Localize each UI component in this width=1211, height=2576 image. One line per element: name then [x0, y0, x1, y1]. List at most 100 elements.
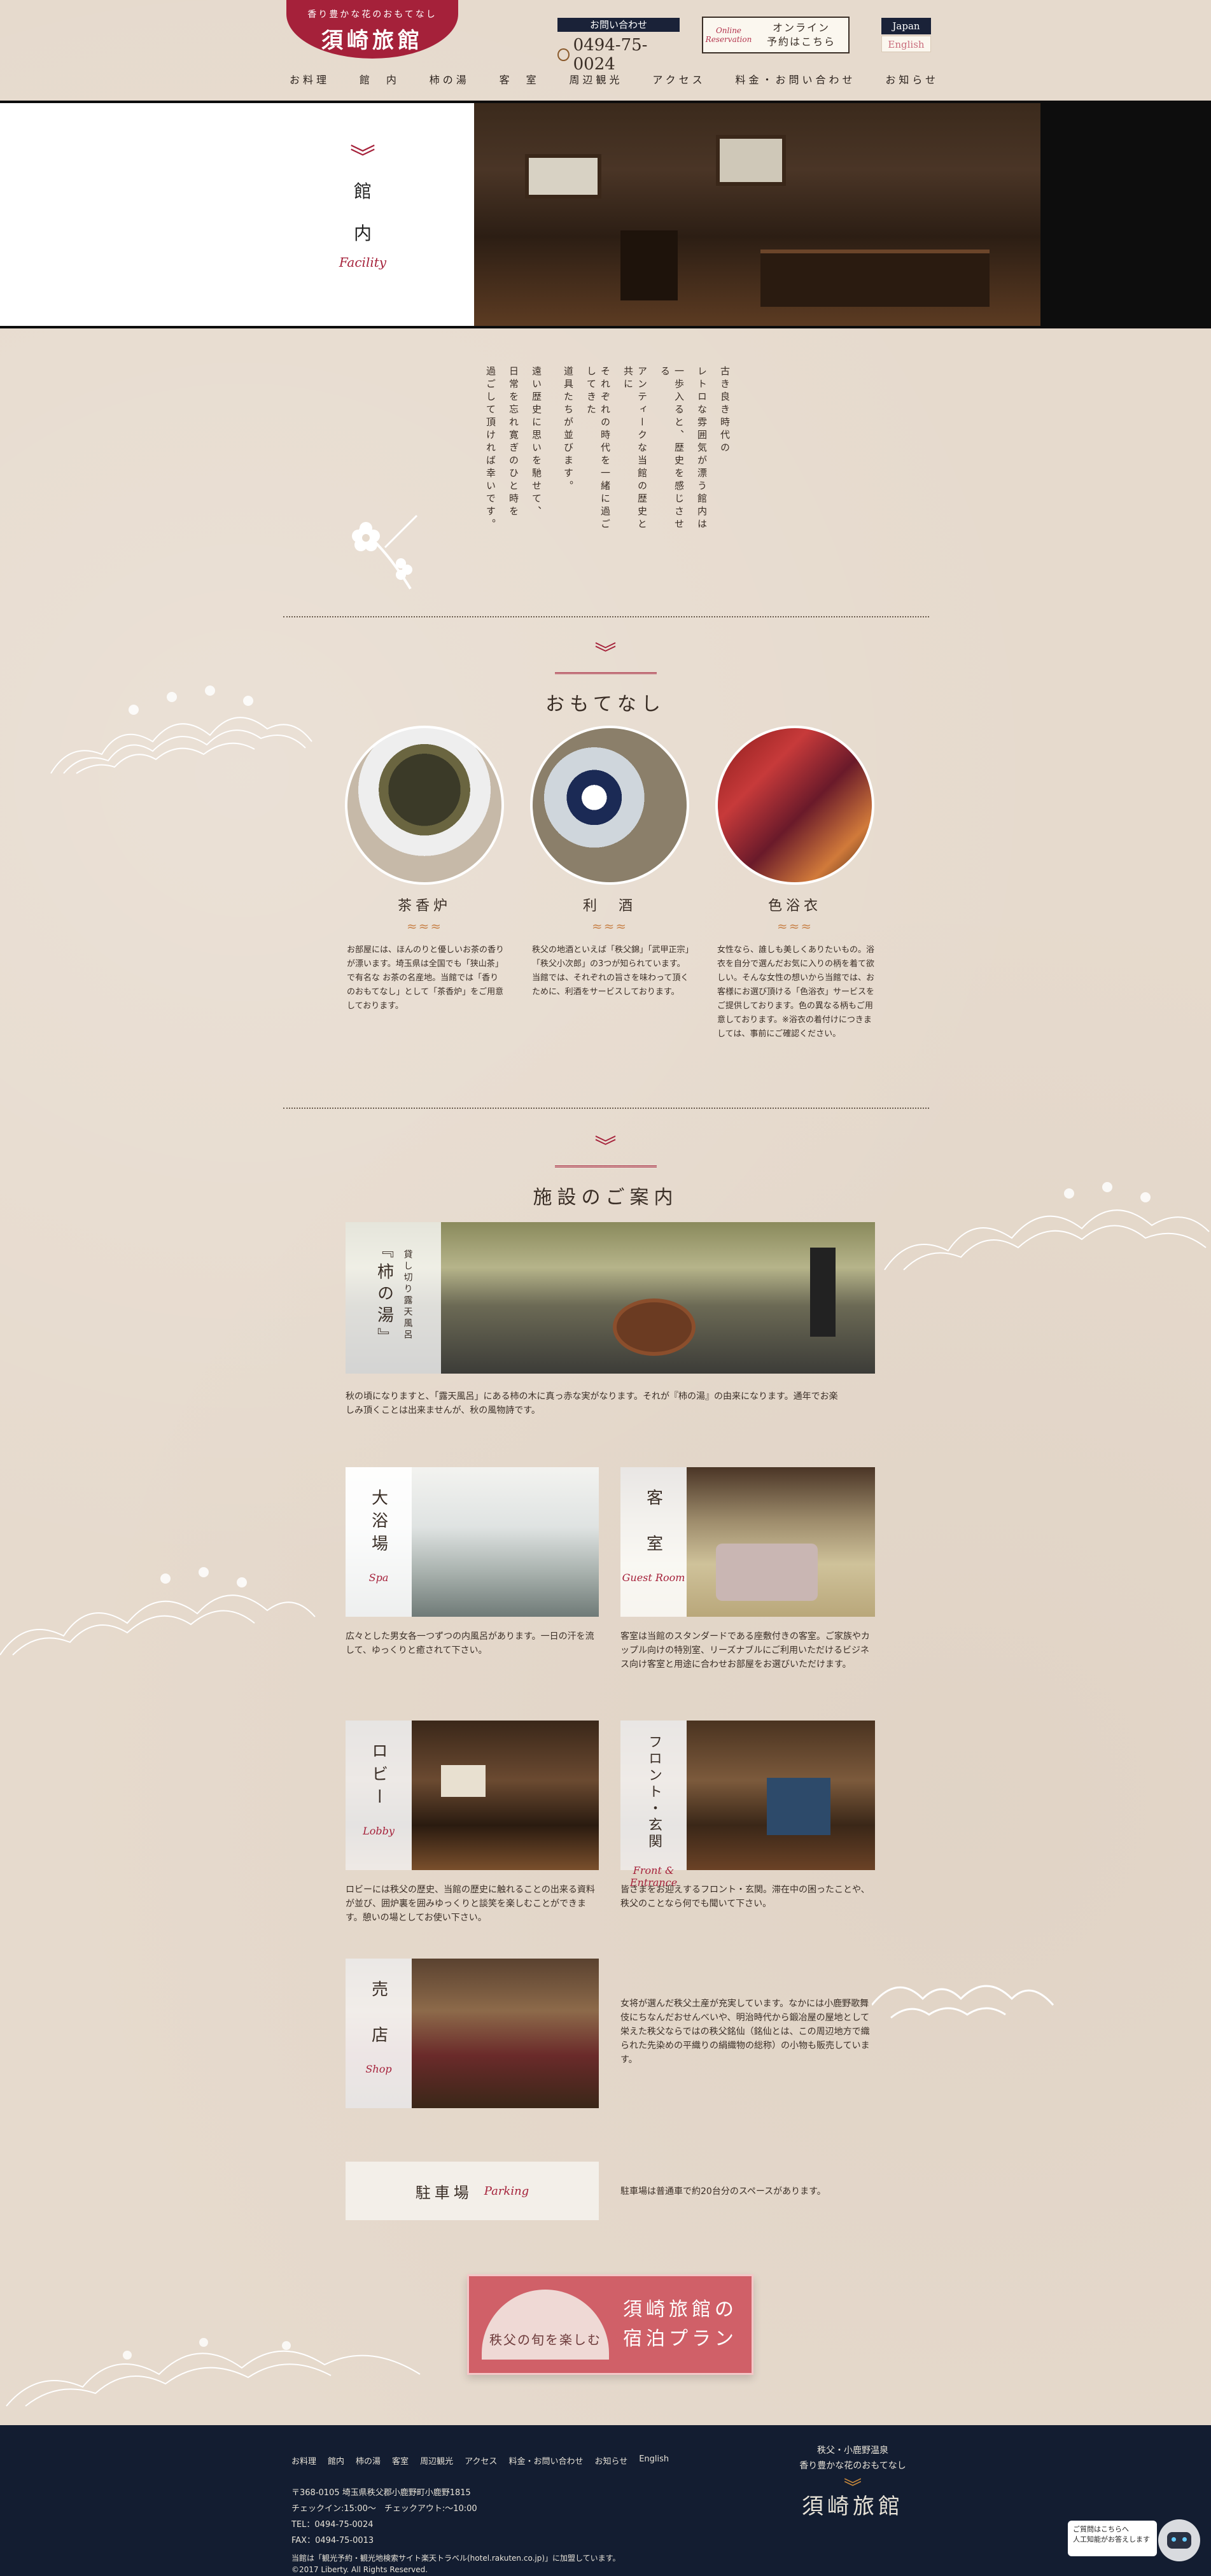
cloud-pattern-icon: [0, 1567, 316, 1656]
omotenashi-image-yukata: [715, 726, 874, 885]
kakinoyu-sub: 貸し切り露天風呂: [402, 1249, 413, 1341]
section-divider: [283, 616, 929, 617]
intro-line: 古き良き時代の: [719, 366, 731, 455]
footer-link[interactable]: 客室: [392, 2454, 409, 2467]
lobby-en: Lobby: [363, 1825, 395, 1837]
phone-icon: [557, 48, 570, 61]
nav-item-pricing[interactable]: 料金・お問い合わせ: [735, 71, 855, 87]
chatbot-robot-icon[interactable]: [1158, 2519, 1200, 2561]
kakinoyu-text: 秋の頃になりますと、「露天風呂」にある柿の木に真っ赤な実がなります。それが『柿の…: [346, 1391, 838, 1416]
spa-text: 広々とした男女各一つずつの内風呂があります。一日の汗を流して、ゆっくりと癒されて…: [346, 1631, 594, 1656]
omotenashi-title: おもてなし: [545, 693, 666, 715]
nav-item-sightseeing[interactable]: 周辺観光: [570, 71, 623, 87]
omotenashi-text-yukata: 女性なら、誰しも美しくありたいもの。浴衣を自分で選んだお気に入りの柄を着て欲しい…: [717, 945, 875, 1039]
omotenashi-name-tea: 茶香炉: [397, 898, 451, 914]
omotenashi-section-title: ︾ おもてなし: [0, 643, 1211, 716]
lobby-label: ロビー Lobby: [346, 1721, 412, 1870]
spa-name: 大浴場: [368, 1489, 388, 1558]
footer-link[interactable]: 周辺観光: [420, 2454, 453, 2467]
cloud-pattern-icon: [872, 1985, 1054, 2019]
front-label: フロント・玄関 Front & Entrance: [620, 1721, 687, 1889]
intro-line: それぞれの時代を一緒に過ごしてきた: [585, 366, 611, 531]
intro-text: 古き良き時代の レトロな雰囲気が漂う館内は 一歩入ると、歴史を感じさせる アンテ…: [484, 366, 732, 531]
reserve-script: Online Reservation: [705, 26, 752, 44]
footer-link[interactable]: アクセス: [465, 2454, 497, 2467]
logo-tagline: 香り豊かな花のおもてなし: [307, 10, 437, 20]
hero: [0, 101, 1211, 328]
parking-name: 駐車場: [415, 2183, 473, 2202]
wave-ornament-icon: ≈≈≈: [591, 918, 628, 934]
nav-item-kakinoyu[interactable]: 柿の湯: [430, 71, 470, 87]
omotenashi-text-sake: 秩父の地酒といえば「秩父錦」「武甲正宗」「秩父小次郎」の3つが知られています。当…: [532, 945, 690, 997]
contact-label: お問い合わせ: [557, 18, 680, 32]
hero-title-panel: [0, 103, 474, 326]
reserve-line2: 予約はこちら: [766, 36, 836, 48]
contact-tel[interactable]: 0494-75-0024: [557, 36, 680, 74]
page-title: ︾ 館 内 Facility: [331, 145, 395, 270]
title-rule: [554, 1165, 657, 1167]
chevron-mark-icon: ︾: [843, 2477, 862, 2498]
section-divider: [283, 1108, 929, 1109]
spa-label: 大浴場 Spa: [346, 1467, 412, 1617]
facilities-section-title: ︾ 施設のご案内: [0, 1136, 1211, 1209]
online-reservation-button[interactable]: Online Reservation オンライン 予約はこちら: [702, 17, 850, 53]
footer-brand-name: 須崎旅館: [802, 2494, 904, 2519]
nav-item-cuisine[interactable]: お料理: [290, 71, 330, 87]
footer-tel: TEL：0494-75-0024: [291, 2520, 374, 2530]
page-title-en: Facility: [339, 255, 387, 270]
parking-text: 駐車場は普通車で約20台分のスペースがあります。: [620, 2186, 826, 2197]
nav-item-access[interactable]: アクセス: [652, 71, 705, 87]
intro-line: 道具たちが並びます。: [563, 366, 574, 493]
footer-copyright: ©2017 Liberty. All Rights Reserved.: [291, 2565, 428, 2574]
chatbot-bubble[interactable]: ご質問はこちらへ 人工知能がお答えします: [1068, 2521, 1157, 2556]
lang-japan[interactable]: Japan: [881, 18, 931, 34]
footer-brand-line1: 秩父・小鹿野温泉: [817, 2446, 888, 2456]
intro-line: 一歩入ると、歴史を感じさせる: [659, 366, 685, 531]
intro-line: 日常を忘れ寛ぎのひと時を: [508, 366, 519, 519]
footer-address-block: 〒368-0105 埼玉県秩父郡小鹿野町小鹿野1815 チェックイン:15:00…: [291, 2485, 477, 2549]
omotenashi-text-tea: お部屋には、ほんのりと優しいお茶の香りが漂います。埼玉県は全国でも「狭山茶」で有…: [347, 945, 505, 1011]
shop-en: Shop: [365, 2063, 392, 2075]
front-text: 皆さまをお迎えするフロント・玄関。滞在中の困ったことや、秩父のことなら何でも聞い…: [620, 1885, 870, 1909]
banner-line1: 須崎旅館の: [623, 2298, 738, 2321]
footer-link[interactable]: 料金・お問い合わせ: [508, 2454, 583, 2467]
tel-number: 0494-75-0024: [573, 36, 648, 74]
title-rule: [554, 672, 657, 674]
footer-link[interactable]: お知らせ: [594, 2454, 627, 2467]
contact-block: お問い合わせ 0494-75-0024: [557, 18, 680, 74]
omotenashi-name-sake: 利 酒: [582, 898, 636, 914]
hero-window: [525, 154, 601, 199]
lobby-name: ロビー: [368, 1742, 388, 1811]
wave-ornament-icon: ≈≈≈: [776, 918, 813, 934]
hero-photo: [474, 103, 1040, 326]
kakinoyu-label: 貸し切り露天風呂 『柿の湯』: [346, 1222, 441, 1374]
page-title-2: 内: [353, 223, 372, 244]
footer-note: 当館は「観光予約・観光地検索サイト楽天トラベル(hotel.rakuten.co…: [291, 2554, 620, 2563]
footer-notes: 当館は「観光予約・観光地検索サイト楽天トラベル(hotel.rakuten.co…: [291, 2552, 620, 2575]
page-title-1: 館: [353, 181, 372, 202]
logo[interactable]: 香り豊かな花のおもてなし 須崎旅館: [286, 0, 458, 59]
omotenashi-image-sake: [530, 726, 689, 885]
lobby-text: ロビーには秩父の歴史、当館の歴史に触れることの出来る資料が並び、囲炉裏を囲みゆっ…: [346, 1885, 595, 1923]
footer-link[interactable]: お料理: [291, 2454, 316, 2467]
nav-item-facility[interactable]: 館 内: [360, 71, 400, 87]
footer-address: 〒368-0105 埼玉県秩父郡小鹿野町小鹿野1815: [291, 2488, 471, 2498]
room-name: 客 室: [643, 1489, 663, 1558]
language-switch: Japan English: [881, 18, 931, 52]
spa-en: Spa: [368, 1572, 389, 1584]
footer-link[interactable]: 館内: [328, 2454, 344, 2467]
intro-line: 過ごして頂ければ幸いです。: [485, 366, 496, 531]
nav-item-rooms[interactable]: 客 室: [500, 71, 540, 87]
footer-checkin: チェックイン:15:00〜 チェックアウト:〜10:00: [291, 2504, 477, 2514]
fan-ornament: 秩父の旬を楽しむ: [482, 2290, 609, 2360]
parking-en: Parking: [484, 2184, 529, 2198]
banner-text: 須崎旅館の 宿泊プラン: [609, 2295, 752, 2354]
hero-window: [716, 135, 786, 186]
footer-link[interactable]: 柿の湯: [356, 2454, 381, 2467]
reserve-text: オンライン 予約はこちら: [754, 21, 848, 49]
stay-plan-banner[interactable]: 秩父の旬を楽しむ 須崎旅館の 宿泊プラン: [467, 2274, 753, 2375]
footer-link[interactable]: English: [639, 2454, 669, 2467]
intro-line: 遠い歴史に思いを馳せて、: [531, 366, 542, 519]
nav-item-news[interactable]: お知らせ: [885, 71, 939, 87]
lang-english[interactable]: English: [881, 36, 931, 52]
